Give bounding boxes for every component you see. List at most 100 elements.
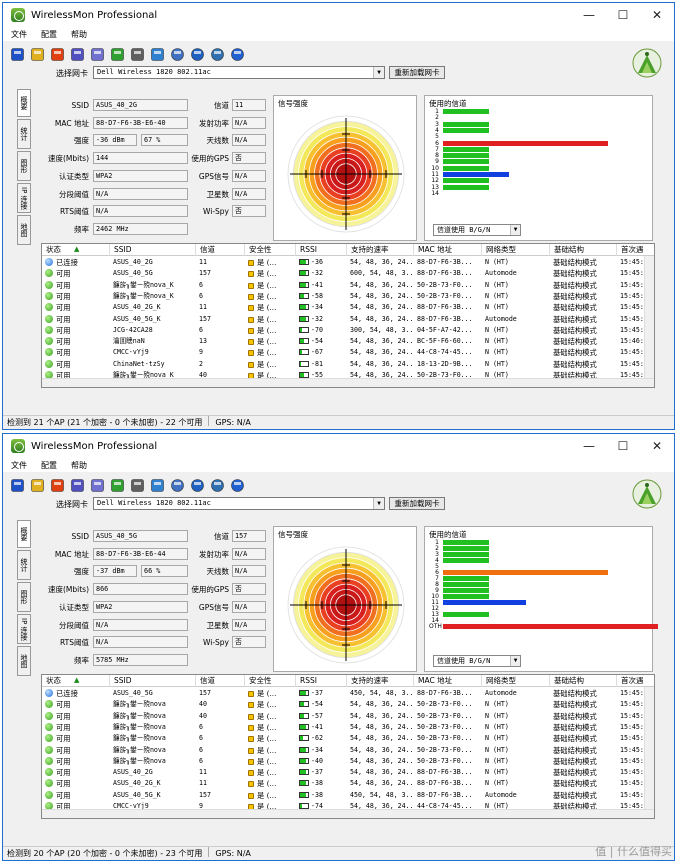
chevron-down-icon[interactable]: ▼ [510, 225, 520, 235]
table-row[interactable]: 已连接 ASUS_40_2G 11 是 (... -36 54, 48, 36, 24..… [42, 257, 654, 268]
table-row[interactable]: 可用 鐮旂┒鐢ㄧ殑nova 6 是 (... -41 54, 48, 36, 24... 5… [42, 722, 654, 733]
vertical-scrollbar[interactable] [644, 687, 654, 811]
table-row[interactable]: 可用 JCG-42CA28 6 是 (... -70 300, 54, 48, 3... 0… [42, 325, 654, 336]
table-row[interactable]: 可用 CMCC-vYj9 9 是 (... -67 54, 48, 36, 24... 44… [42, 347, 654, 358]
cell-rssi: -67 [296, 347, 347, 358]
table-row[interactable]: 可用 鐮旂┒鐢ㄧ殑nova 6 是 (... -34 54, 48, 36, 24... 5… [42, 745, 654, 756]
horizontal-scrollbar[interactable] [42, 809, 654, 818]
channel-mode-select[interactable]: 信道使用 B/G/N ▼ [433, 655, 521, 667]
table-row[interactable]: 已连接 ASUS_40_5G 157 是 (... -37 450, 54, 48, 3.… [42, 688, 654, 699]
menu-item-1[interactable]: 配置 [41, 460, 57, 471]
minimize-button[interactable]: — [572, 3, 606, 27]
column-header[interactable]: 网络类型 [482, 675, 550, 687]
menu-item-0[interactable]: 文件 [11, 29, 27, 40]
record-icon[interactable] [49, 477, 66, 494]
network-icon[interactable] [69, 477, 86, 494]
table-row[interactable]: 可用 ASUS_40_5G 157 是 (... -32 600, 54, 48, 3..… [42, 268, 654, 279]
chevron-down-icon[interactable]: ▼ [373, 67, 384, 78]
adapter-select[interactable]: Dell Wireless 1820 802.11ac ▼ [93, 497, 385, 510]
horizontal-scrollbar[interactable] [42, 378, 654, 387]
menu-item-2[interactable]: 帮助 [71, 29, 87, 40]
report-icon[interactable] [149, 477, 166, 494]
table-row[interactable]: 可用 鐮旂┒鐢ㄧ殑nova 6 是 (... -62 54, 48, 36, 24... 5… [42, 733, 654, 744]
maximize-button[interactable]: ☐ [606, 3, 640, 27]
table-row[interactable]: 可用 鐮旂┒鐢ㄧ殑nova 40 是 (... -54 54, 48, 36, 24...… [42, 699, 654, 710]
record-icon[interactable] [49, 46, 66, 63]
column-header[interactable]: 支持的速率 [347, 675, 414, 687]
help-icon[interactable] [229, 477, 246, 494]
column-header[interactable]: 信道 [196, 244, 245, 256]
column-header[interactable]: 基础结构 [550, 244, 617, 256]
settings-icon[interactable] [169, 477, 186, 494]
tab-2[interactable]: 图形 [17, 582, 31, 612]
minimize-button[interactable]: — [572, 434, 606, 458]
settings-icon[interactable] [169, 46, 186, 63]
export-icon[interactable] [109, 477, 126, 494]
tab-4[interactable]: 地图 [17, 215, 31, 245]
column-header[interactable]: RSSI [296, 675, 347, 687]
close-button[interactable]: ✕ [640, 3, 674, 27]
tab-1[interactable]: 统计 [17, 550, 31, 580]
open-folder-icon[interactable] [29, 46, 46, 63]
adapter-select[interactable]: Dell Wireless 1820 802.11ac ▼ [93, 66, 385, 79]
column-header[interactable]: 基础结构 [550, 675, 617, 687]
help-icon[interactable] [229, 46, 246, 63]
network-card-icon[interactable] [89, 46, 106, 63]
info-icon[interactable] [189, 46, 206, 63]
open-folder-icon[interactable] [29, 477, 46, 494]
table-row[interactable]: 可用 ASUS_40_2G_K 11 是 (... -38 54, 48, 36, 24.… [42, 778, 654, 789]
column-header[interactable]: 安全性 [245, 244, 296, 256]
network-info-icon[interactable] [209, 477, 226, 494]
reload-adapter-button[interactable]: 重新加载网卡 [389, 66, 445, 79]
column-header[interactable]: MAC 地址 [414, 244, 482, 256]
table-row[interactable]: 可用 鐮旂┒鐢ㄧ殑nova_K 6 是 (... -41 54, 48, 36, 24..… [42, 280, 654, 291]
column-header[interactable]: RSSI [296, 244, 347, 256]
tab-3[interactable]: IP 连接 [17, 614, 31, 644]
chevron-down-icon[interactable]: ▼ [510, 656, 520, 666]
vertical-scrollbar[interactable] [644, 256, 654, 380]
tab-4[interactable]: 地图 [17, 646, 31, 676]
table-row[interactable]: 可用 ChinaNet-tzSy 2 是 (... -81 54, 48, 36, 24.… [42, 359, 654, 370]
column-header[interactable]: 支持的速率 [347, 244, 414, 256]
column-header[interactable]: 首次遇 [617, 244, 654, 256]
channel-mode-select[interactable]: 信道使用 B/G/N ▼ [433, 224, 521, 236]
report-icon[interactable] [149, 46, 166, 63]
table-row[interactable]: 可用 瀹囬瞣naN 13 是 (... -54 54, 48, 36, 24... BC-5… [42, 336, 654, 347]
tab-1[interactable]: 统计 [17, 119, 31, 149]
reload-adapter-button[interactable]: 重新加载网卡 [389, 497, 445, 510]
column-header[interactable]: MAC 地址 [414, 675, 482, 687]
table-row[interactable]: 可用 ASUS_40_5G_K 157 是 (... -32 54, 48, 36, 24… [42, 314, 654, 325]
table-row[interactable]: 可用 鐮旂┒鐢ㄧ殑nova 40 是 (... -57 54, 48, 36, 24...… [42, 711, 654, 722]
save-icon[interactable] [9, 46, 26, 63]
network-card-icon[interactable] [89, 477, 106, 494]
network-info-icon[interactable] [209, 46, 226, 63]
chevron-down-icon[interactable]: ▼ [373, 498, 384, 509]
save-icon[interactable] [9, 477, 26, 494]
column-header[interactable]: SSID [110, 244, 196, 256]
export-icon[interactable] [109, 46, 126, 63]
tab-0[interactable]: 概要 [17, 89, 31, 117]
tab-0[interactable]: 概要 [17, 520, 31, 548]
column-header[interactable]: SSID [110, 675, 196, 687]
tab-2[interactable]: 图形 [17, 151, 31, 181]
print-icon[interactable] [129, 46, 146, 63]
table-row[interactable]: 可用 ASUS_40_2G 11 是 (... -37 54, 48, 36, 24...… [42, 767, 654, 778]
table-row[interactable]: 可用 ASUS_40_5G_K 157 是 (... -38 450, 54, 48, 3… [42, 790, 654, 801]
tab-3[interactable]: IP 连接 [17, 183, 31, 213]
menu-item-0[interactable]: 文件 [11, 460, 27, 471]
table-row[interactable]: 可用 ASUS_40_2G_K 11 是 (... -34 54, 48, 36, 24.… [42, 302, 654, 313]
column-header[interactable]: 安全性 [245, 675, 296, 687]
menu-item-1[interactable]: 配置 [41, 29, 57, 40]
column-header[interactable]: 信道 [196, 675, 245, 687]
info-icon[interactable] [189, 477, 206, 494]
table-row[interactable]: 可用 鐮旂┒鐢ㄧ殑nova_K 6 是 (... -58 54, 48, 36, 24..… [42, 291, 654, 302]
channel-usage-bar [443, 184, 490, 190]
network-icon[interactable] [69, 46, 86, 63]
column-header[interactable]: 首次遇 [617, 675, 654, 687]
table-row[interactable]: 可用 鐮旂┒鐢ㄧ殑nova 6 是 (... -40 54, 48, 36, 24... 5… [42, 756, 654, 767]
menu-item-2[interactable]: 帮助 [71, 460, 87, 471]
close-button[interactable]: ✕ [640, 434, 674, 458]
column-header[interactable]: 网络类型 [482, 244, 550, 256]
print-icon[interactable] [129, 477, 146, 494]
maximize-button[interactable]: ☐ [606, 434, 640, 458]
